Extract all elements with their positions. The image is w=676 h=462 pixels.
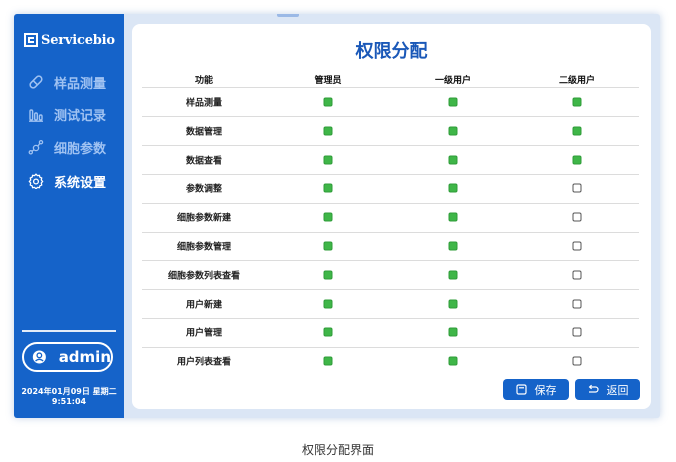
- permission-checkbox-level2[interactable]: [572, 327, 582, 337]
- permission-checkbox-admin[interactable]: [323, 299, 333, 309]
- permission-checkbox-admin[interactable]: [323, 241, 333, 251]
- permission-checkbox-level1[interactable]: [448, 183, 458, 193]
- permission-name: 细胞参数管理: [176, 242, 232, 253]
- permission-name: 细胞参数新建: [176, 213, 232, 224]
- column-header-function: 功能: [194, 76, 214, 86]
- permission-checkbox-admin[interactable]: [323, 97, 333, 107]
- device-screen: Servicebio 样品测量 测试记录 细胞参数 系统设置 admin 202…: [14, 14, 660, 418]
- row-separator: [142, 202, 639, 204]
- permission-panel: 权限分配 功能 管理员 一级用户 二级用户 样品测量数据管理数据查看参数调整细胞…: [132, 24, 651, 409]
- sidebar-item-label: 测试记录: [54, 108, 107, 124]
- permission-name: 样品测量: [185, 98, 223, 109]
- permission-name: 数据查看: [185, 156, 223, 167]
- permission-name: 用户列表查看: [176, 357, 232, 368]
- cell-icon: [28, 139, 44, 155]
- gear-icon: [28, 173, 44, 189]
- permission-checkbox-level1[interactable]: [448, 270, 458, 280]
- return-icon: [588, 384, 599, 393]
- row-separator: [142, 174, 639, 175]
- logo-mark-icon: [24, 33, 38, 47]
- permission-checkbox-level2[interactable]: [572, 356, 582, 366]
- user-icon: [32, 350, 46, 364]
- row-separator: [142, 145, 639, 147]
- permission-checkbox-admin[interactable]: [323, 155, 333, 165]
- permission-checkbox-level2[interactable]: [572, 126, 582, 136]
- bar-chart-icon: [29, 109, 43, 122]
- permission-checkbox-level2[interactable]: [572, 97, 582, 107]
- permission-checkbox-level1[interactable]: [448, 299, 458, 309]
- permission-name: 用户管理: [185, 328, 223, 339]
- back-button-label: 返回: [606, 383, 629, 397]
- back-button[interactable]: 返回: [575, 379, 640, 400]
- column-header-level2: 二级用户: [558, 76, 596, 86]
- row-separator: [142, 289, 639, 291]
- permission-checkbox-admin[interactable]: [323, 270, 333, 280]
- sidebar-item-system-settings[interactable]: 系统设置: [28, 171, 106, 191]
- save-icon: [515, 384, 527, 395]
- permission-name: 用户新建: [185, 300, 223, 311]
- permission-checkbox-level2[interactable]: [572, 212, 582, 222]
- column-header-level1: 一级用户: [434, 76, 472, 86]
- permission-checkbox-level2[interactable]: [572, 183, 582, 193]
- permission-name: 数据管理: [185, 127, 223, 138]
- save-button[interactable]: 保存: [503, 379, 569, 400]
- permission-checkbox-level1[interactable]: [448, 241, 458, 251]
- permission-checkbox-admin[interactable]: [323, 356, 333, 366]
- permission-checkbox-admin[interactable]: [323, 126, 333, 136]
- permission-checkbox-admin[interactable]: [323, 327, 333, 337]
- flask-icon: [29, 75, 43, 89]
- figure-caption: 权限分配界面: [301, 443, 374, 457]
- permission-checkbox-level2[interactable]: [572, 155, 582, 165]
- sidebar: Servicebio 样品测量 测试记录 细胞参数 系统设置 admin 202…: [14, 14, 124, 418]
- current-time: 9:51:04: [51, 397, 87, 406]
- sidebar-item-test-records[interactable]: 测试记录: [28, 104, 106, 124]
- header-separator: [142, 87, 639, 88]
- permission-checkbox-level1[interactable]: [448, 97, 458, 107]
- permission-checkbox-level2[interactable]: [572, 241, 582, 251]
- user-account-button[interactable]: admin: [22, 342, 113, 372]
- permission-checkbox-level1[interactable]: [448, 155, 458, 165]
- sidebar-item-sample-measure[interactable]: 样品测量: [28, 72, 106, 92]
- sidebar-item-label: 细胞参数: [54, 141, 107, 157]
- row-separator: [142, 346, 639, 348]
- permission-checkbox-level1[interactable]: [448, 212, 458, 222]
- sidebar-item-cell-params[interactable]: 细胞参数: [28, 137, 106, 157]
- permission-checkbox-level1[interactable]: [448, 356, 458, 366]
- page-title: 权限分配: [355, 41, 428, 62]
- current-date: 2024年01月09日 星期二: [21, 387, 117, 396]
- permission-checkbox-level2[interactable]: [572, 270, 582, 280]
- top-notch: [277, 14, 299, 17]
- permission-name: 细胞参数列表查看: [167, 271, 241, 282]
- row-separator: [142, 260, 639, 262]
- row-separator: [142, 231, 639, 233]
- sidebar-item-label: 样品测量: [54, 76, 107, 92]
- permission-checkbox-admin[interactable]: [323, 212, 333, 222]
- row-separator: [142, 318, 639, 319]
- row-separator: [142, 116, 639, 118]
- username: admin: [58, 348, 111, 366]
- sidebar-divider: [22, 330, 116, 332]
- column-header-admin: 管理员: [314, 76, 342, 86]
- permission-checkbox-level1[interactable]: [448, 327, 458, 337]
- sidebar-item-label: 系统设置: [54, 175, 107, 191]
- brand-name: Servicebio: [41, 32, 115, 48]
- permission-checkbox-level1[interactable]: [448, 126, 458, 136]
- save-button-label: 保存: [534, 383, 557, 397]
- brand-logo: Servicebio: [24, 31, 115, 49]
- permission-checkbox-level2[interactable]: [572, 299, 582, 309]
- permission-checkbox-admin[interactable]: [323, 183, 333, 193]
- permission-name: 参数调整: [185, 184, 223, 195]
